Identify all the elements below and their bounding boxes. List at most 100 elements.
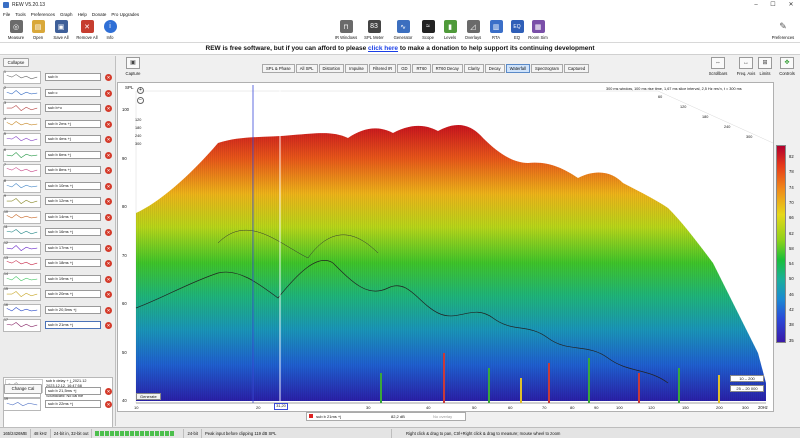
tab-all-spl[interactable]: All SPL bbox=[295, 64, 318, 73]
measurement-name-field[interactable]: sub b 6ms +j bbox=[45, 150, 101, 159]
zoom-out-button[interactable]: − bbox=[137, 97, 144, 104]
tab-captured[interactable]: Captured bbox=[563, 64, 590, 73]
delete-measurement-icon[interactable]: ✕ bbox=[105, 182, 112, 190]
tab-decay[interactable]: Decay bbox=[484, 64, 505, 73]
delete-measurement-icon[interactable]: ✕ bbox=[105, 213, 112, 221]
measurement-name-field[interactable]: sub b 20ms +j bbox=[45, 290, 101, 298]
measurement-row[interactable]: 13 sub b 18ms +j ✕ bbox=[3, 256, 113, 271]
delete-measurement-icon[interactable]: ✕ bbox=[105, 167, 112, 174]
measurement-row[interactable]: 7 sub b 8ms +j ✕ bbox=[3, 163, 113, 178]
measurement-row[interactable]: 5 sub b 4ms +j ✕ bbox=[3, 132, 113, 147]
measurement-row[interactable]: 16 sub b 20,5ms +j ✕ bbox=[3, 303, 113, 318]
limits-tool[interactable]: ⊞ Limits bbox=[754, 57, 776, 81]
measurement-name-field[interactable]: sub b 20,5ms +j bbox=[45, 305, 101, 314]
scrollbars-tool[interactable]: ⇔ Scrollbars bbox=[703, 57, 733, 81]
graph-legend[interactable]: sub b 21ms +j 82,2 dB No overlay bbox=[306, 412, 466, 421]
measurement-name-field[interactable]: sub b 12ms +j bbox=[45, 197, 101, 205]
delete-measurement-icon[interactable]: ✕ bbox=[105, 275, 112, 283]
menu-file[interactable]: File bbox=[3, 12, 10, 17]
measurement-name-field[interactable]: sub b 18ms +j bbox=[45, 259, 101, 267]
delete-measurement-icon[interactable]: ✕ bbox=[105, 322, 112, 329]
generate-button[interactable]: Generate bbox=[136, 393, 161, 400]
tab-spectrogram[interactable]: Spectrogram bbox=[530, 64, 563, 73]
range-high[interactable]: 25 – 20 000 bbox=[730, 385, 764, 392]
tab-spl-phase[interactable]: SPL & Phase bbox=[262, 64, 295, 73]
tab-rt60-decay[interactable]: RT60 Decay bbox=[431, 64, 463, 73]
save-all-button[interactable]: ▣ Save All bbox=[47, 19, 75, 42]
measurement-row[interactable]: 3 sub b+c ✕ bbox=[3, 101, 113, 116]
delete-measurement-icon[interactable]: ✕ bbox=[105, 401, 112, 408]
menu-donate[interactable]: Donate bbox=[92, 12, 107, 17]
waterfall-plot[interactable] bbox=[118, 83, 774, 412]
preferences-button[interactable]: ✎ Preferences bbox=[767, 19, 799, 42]
measurement-row[interactable]: 8 sub b 10ms +j ✕ bbox=[3, 179, 113, 194]
delete-measurement-icon[interactable]: ✕ bbox=[105, 291, 112, 298]
delete-measurement-icon[interactable]: ✕ bbox=[105, 105, 112, 112]
collapse-button[interactable]: Collapse bbox=[3, 58, 29, 67]
measurement-name-field[interactable]: sub b 22ms +j bbox=[45, 400, 101, 408]
measurement-row[interactable]: 2 sub c ✕ bbox=[3, 86, 113, 101]
zoom-in-button[interactable]: + bbox=[137, 87, 144, 94]
waterfall-graph[interactable]: SPL 300 ms window, 100 ms rise time, 1,6… bbox=[117, 82, 774, 412]
delete-measurement-icon[interactable]: ✕ bbox=[105, 244, 112, 252]
measurement-name-field[interactable]: sub b 19ms +j bbox=[45, 274, 101, 283]
delete-measurement-icon[interactable]: ✕ bbox=[105, 151, 112, 159]
delete-measurement-icon[interactable]: ✕ bbox=[105, 260, 112, 267]
menu-graph[interactable]: Graph bbox=[60, 12, 73, 17]
delete-measurement-icon[interactable]: ✕ bbox=[105, 136, 112, 143]
delete-measurement-icon[interactable]: ✕ bbox=[105, 120, 112, 128]
measurement-name-field[interactable]: sub b+c bbox=[45, 104, 101, 112]
measurement-row[interactable]: 14 sub b 19ms +j ✕ bbox=[3, 272, 113, 287]
tab-filtered-ir[interactable]: Filtered IR bbox=[368, 64, 397, 73]
tab-distortion[interactable]: Distortion bbox=[318, 64, 345, 73]
measurement-row[interactable]: 1 sub b ✕ bbox=[3, 70, 113, 85]
menu-preferences[interactable]: Preferences bbox=[31, 12, 55, 17]
measurement-name-field[interactable]: sub b 10ms +j bbox=[45, 181, 101, 190]
donate-link[interactable]: click here bbox=[368, 45, 398, 52]
measurement-name-field[interactable]: sub b 16ms +j bbox=[45, 228, 101, 236]
menu-pro-upgrades[interactable]: Pro Upgrades bbox=[111, 12, 139, 17]
generator-button[interactable]: ∿ Generator bbox=[389, 19, 417, 42]
controls-tool[interactable]: ✥ Controls bbox=[775, 57, 799, 81]
measurement-name-field[interactable]: sub b bbox=[45, 73, 101, 81]
tab-clarity[interactable]: Clarity bbox=[463, 64, 484, 73]
measurement-row[interactable]: 4 sub b 2ms +j ✕ bbox=[3, 117, 113, 132]
measurement-row[interactable]: 6 sub b 6ms +j ✕ bbox=[3, 148, 113, 163]
measurement-name-field[interactable]: sub b 17ms +j bbox=[45, 243, 101, 252]
measurement-row[interactable]: 17 sub b 21ms +j ✕ bbox=[3, 318, 113, 333]
minimize-button[interactable]: – bbox=[748, 0, 764, 10]
delete-measurement-icon[interactable]: ✕ bbox=[105, 89, 112, 97]
measurement-name-field[interactable]: sub c bbox=[45, 88, 101, 97]
change-cal-button[interactable]: Change Cal bbox=[4, 384, 42, 394]
measurement-row[interactable]: 10 sub b 14ms +j ✕ bbox=[3, 210, 113, 225]
ir-windows-button[interactable]: ⊓ IR Windows bbox=[332, 19, 360, 42]
measurement-name-field[interactable]: sub b 14ms +j bbox=[45, 212, 101, 221]
measurement-name-field[interactable]: sub b 21ms +j bbox=[45, 321, 101, 329]
measurement-row[interactable]: 12 sub b 17ms +j ✕ bbox=[3, 241, 113, 256]
menu-tools[interactable]: Tools bbox=[15, 12, 26, 17]
capture-tool[interactable]: ▣ Capture bbox=[118, 57, 148, 81]
spl-meter-button[interactable]: 83 SPL Meter bbox=[360, 19, 388, 42]
delete-measurement-icon[interactable]: ✕ bbox=[105, 198, 112, 205]
tab-gd[interactable]: GD bbox=[397, 64, 412, 73]
info-button[interactable]: i Info bbox=[96, 19, 124, 42]
measurement-row[interactable]: 15 sub b 20ms +j ✕ bbox=[3, 287, 113, 302]
tab-impulse[interactable]: Impulse bbox=[345, 64, 368, 73]
measurement-name-field[interactable]: sub b 2ms +j bbox=[45, 119, 101, 128]
measurement-name-field[interactable]: sub b 21,5ms +j bbox=[45, 387, 101, 395]
tab-waterfall[interactable]: Waterfall bbox=[505, 64, 530, 73]
room-sim-button[interactable]: ▦ Room Sim bbox=[524, 19, 552, 42]
delete-measurement-icon[interactable]: ✕ bbox=[105, 306, 112, 314]
close-button[interactable]: ✕ bbox=[783, 0, 799, 10]
measurement-row[interactable]: 19 sub b 22ms +j ✕ bbox=[3, 397, 113, 412]
range-low[interactable]: 10 – 200 bbox=[730, 375, 764, 382]
delete-measurement-icon[interactable]: ✕ bbox=[105, 74, 112, 81]
delete-measurement-icon[interactable]: ✕ bbox=[105, 388, 112, 395]
measurement-name-field[interactable]: sub b 4ms +j bbox=[45, 135, 101, 143]
delete-measurement-icon[interactable]: ✕ bbox=[105, 229, 112, 236]
tab-rt60[interactable]: RT60 bbox=[412, 64, 431, 73]
measurement-row[interactable]: 11 sub b 16ms +j ✕ bbox=[3, 225, 113, 240]
measurement-row[interactable]: 9 sub b 12ms +j ✕ bbox=[3, 194, 113, 209]
measurement-name-field[interactable]: sub b 8ms +j bbox=[45, 166, 101, 174]
maximize-button[interactable]: ☐ bbox=[765, 0, 781, 10]
